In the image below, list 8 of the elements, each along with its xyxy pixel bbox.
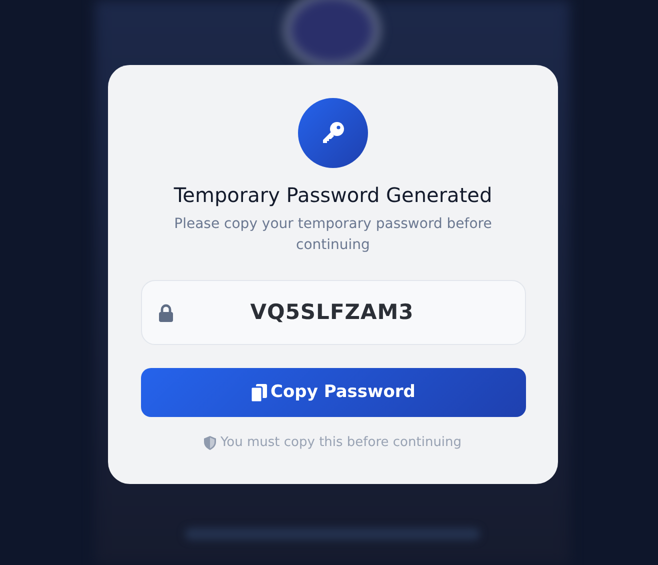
lock-icon — [158, 304, 174, 322]
password-field[interactable]: VQ5SLFZAM3 — [140, 280, 526, 345]
copy-password-button[interactable]: Copy Password — [140, 368, 526, 417]
dialog-subtitle: Please copy your temporary password before continuing — [173, 215, 493, 255]
copy-icon — [250, 384, 266, 402]
dialog-title: Temporary Password Generated — [174, 182, 492, 208]
warning-note: You must copy this before continuing — [220, 434, 462, 452]
shield-icon — [204, 436, 216, 450]
